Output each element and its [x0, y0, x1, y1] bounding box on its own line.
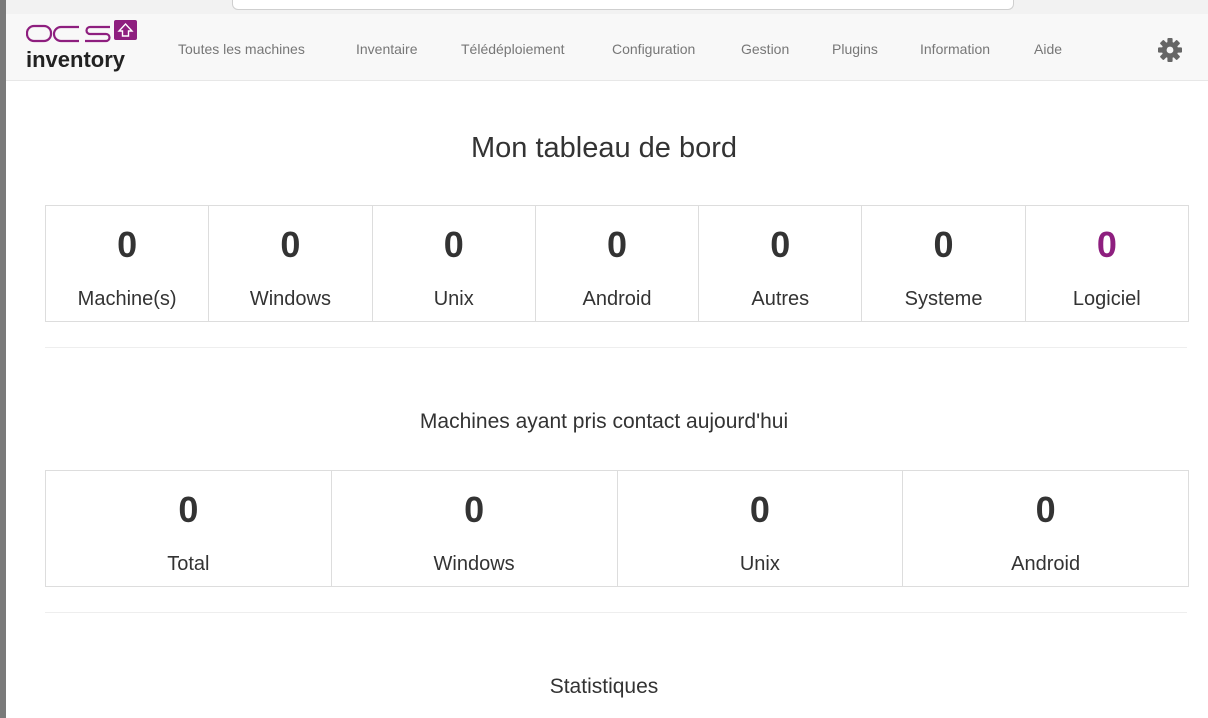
- statistics-section-title: Statistiques: [549, 675, 659, 698]
- stat-label: Windows: [249, 288, 331, 310]
- logo-wordmark: inventory: [26, 47, 126, 72]
- stat-label: Unix: [433, 288, 474, 310]
- stat-android[interactable]: 0 Android: [534, 206, 698, 321]
- stat-label: Windows: [433, 553, 515, 575]
- address-bar[interactable]: [232, 0, 1014, 10]
- ocs-inventory-logo[interactable]: inventory: [26, 20, 142, 76]
- stat-logiciel[interactable]: 0 Logiciel: [1024, 206, 1188, 321]
- nav-toutes-les-machines[interactable]: Toutes les machines: [178, 41, 305, 57]
- stat-value: 0: [1035, 489, 1056, 530]
- nav-aide[interactable]: Aide: [1034, 41, 1062, 57]
- stat-label: Android: [1011, 553, 1081, 575]
- stat-value: 0: [749, 489, 770, 530]
- stat-label: Logiciel: [1072, 288, 1141, 310]
- contact-stat-unix[interactable]: 0 Unix: [616, 471, 903, 586]
- nav-inventaire[interactable]: Inventaire: [356, 41, 417, 57]
- stat-value: 0: [178, 489, 199, 530]
- stat-value: 0: [606, 224, 627, 265]
- stat-value: 0: [280, 224, 301, 265]
- stat-value: 0: [117, 224, 138, 265]
- window-left-border: [0, 0, 6, 718]
- nav-information[interactable]: Information: [920, 41, 990, 57]
- nav-gestion[interactable]: Gestion: [741, 41, 789, 57]
- contact-section-title: Machines ayant pris contact aujourd'hui: [419, 410, 789, 433]
- stat-value: 0: [464, 489, 485, 530]
- nav-teledeploiement[interactable]: Télédéploiement: [461, 41, 565, 57]
- navbar: inventory Toutes les machines Inventaire…: [6, 14, 1208, 81]
- stat-systeme[interactable]: 0 Systeme: [861, 206, 1024, 321]
- nav-configuration[interactable]: Configuration: [612, 41, 695, 57]
- stat-value: 0: [1096, 224, 1117, 265]
- page-title: Mon tableau de bord: [470, 132, 738, 164]
- stat-label: Android: [582, 288, 652, 310]
- contact-stat-total[interactable]: 0 Total: [46, 471, 331, 586]
- stat-value: 0: [770, 224, 791, 265]
- divider: [45, 347, 1187, 348]
- stat-machines[interactable]: 0 Machine(s): [46, 206, 208, 321]
- divider: [45, 612, 1187, 613]
- stat-unix[interactable]: 0 Unix: [371, 206, 535, 321]
- stat-label: Systeme: [904, 288, 983, 310]
- stat-label: Total: [167, 553, 210, 575]
- stat-value: 0: [933, 224, 954, 265]
- nav-plugins[interactable]: Plugins: [832, 41, 878, 57]
- stat-label: Unix: [739, 553, 780, 575]
- contact-stat-android[interactable]: 0 Android: [902, 471, 1188, 586]
- stat-label: Machine(s): [77, 288, 177, 310]
- stat-autres[interactable]: 0 Autres: [698, 206, 861, 321]
- contact-stats: 0 Total 0 Windows 0 Unix 0 Android: [45, 470, 1189, 587]
- stat-value: 0: [443, 224, 464, 265]
- summary-stats: 0 Machine(s) 0 Windows 0 Unix 0 Android …: [45, 205, 1189, 322]
- contact-stat-windows[interactable]: 0 Windows: [330, 471, 617, 586]
- stat-windows[interactable]: 0 Windows: [208, 206, 371, 321]
- stat-label: Autres: [751, 288, 810, 310]
- gear-icon[interactable]: [1157, 37, 1183, 63]
- browser-top-strip: [6, 0, 1208, 14]
